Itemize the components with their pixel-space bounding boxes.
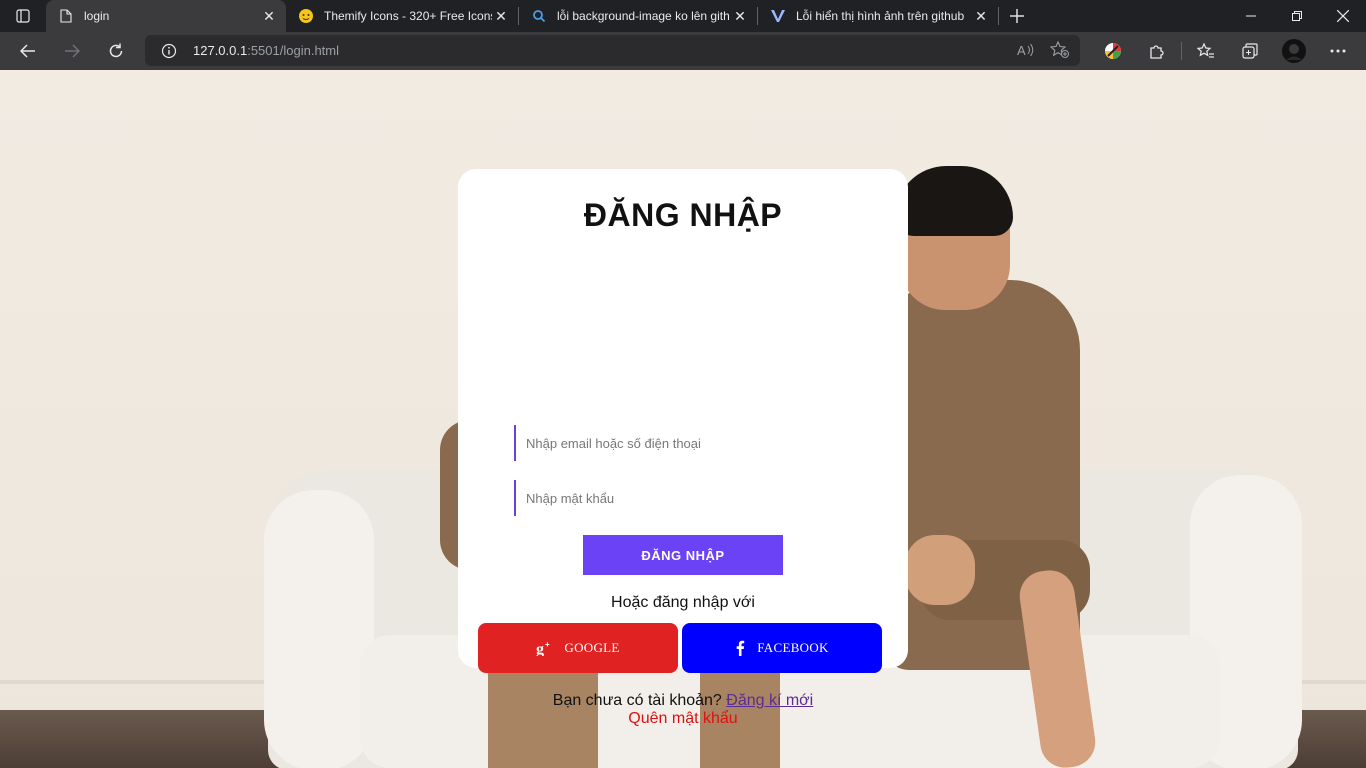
extensions-puzzle-icon[interactable]: [1135, 32, 1179, 70]
page-viewport: ĐĂNG NHẬP ĐĂNG NHẬP Hoặc đăng nhập với g…: [0, 70, 1366, 768]
search-icon: [531, 8, 547, 24]
arrow-left-icon: [20, 44, 35, 58]
restore-icon: [1292, 11, 1302, 21]
facebook-label: FACEBOOK: [757, 640, 829, 655]
background-photo-person: [895, 166, 1013, 236]
reload-button[interactable]: [94, 32, 138, 70]
reload-icon: [109, 43, 123, 58]
login-title: ĐĂNG NHẬP: [583, 197, 783, 233]
toolbar-right: [1091, 32, 1366, 70]
themify-emoji-icon: [298, 8, 314, 24]
forward-button[interactable]: [50, 32, 94, 70]
tab-actions-icon: [16, 9, 30, 23]
address-actions: A: [1016, 40, 1070, 64]
tab-title: Lỗi hiển thị hình ảnh trên github: [796, 9, 965, 23]
favorites-icon[interactable]: [1184, 32, 1228, 70]
email-field[interactable]: [514, 425, 854, 461]
page-icon: [58, 8, 74, 24]
svg-text:A: A: [1017, 43, 1026, 58]
minimize-button[interactable]: [1228, 0, 1274, 32]
forgot-password-link[interactable]: Quên mật khẩu: [458, 710, 908, 728]
avatar-icon: [1282, 39, 1306, 63]
new-tab-button[interactable]: [999, 0, 1035, 32]
close-tab-icon[interactable]: ✕: [731, 7, 749, 25]
url-path: :5501/login.html: [247, 43, 339, 58]
tab-login[interactable]: login ✕: [46, 0, 286, 32]
background-photo-sofa-arm: [264, 490, 374, 768]
restore-button[interactable]: [1274, 0, 1320, 32]
collections-icon[interactable]: [1228, 32, 1272, 70]
facebook-icon: [735, 640, 745, 656]
background-photo-person: [905, 535, 975, 605]
svg-text:g: g: [536, 641, 544, 656]
no-account-text: Bạn chưa có tài khoản?: [552, 692, 722, 709]
address-bar[interactable]: 127.0.0.1:5501/login.html A: [145, 35, 1080, 66]
tab-themify[interactable]: Themify Icons - 320+ Free Icons ✕: [286, 0, 518, 32]
arrow-right-icon: [65, 44, 80, 58]
alt-login-text: Hoặc đăng nhập với: [611, 594, 755, 611]
v-logo-icon: [770, 8, 786, 24]
plus-icon: [1010, 9, 1024, 23]
minimize-icon: [1246, 15, 1256, 17]
close-tab-icon[interactable]: ✕: [492, 7, 510, 25]
login-button[interactable]: ĐĂNG NHẬP: [583, 535, 783, 575]
profile-avatar[interactable]: [1272, 32, 1316, 70]
extension-color-icon[interactable]: [1091, 32, 1135, 70]
back-button[interactable]: [6, 32, 50, 70]
tab-search[interactable]: lỗi background-image ko lên gith ✕: [519, 0, 757, 32]
tab-title: login: [84, 9, 110, 23]
url-host: 127.0.0.1: [193, 43, 248, 58]
google-login-button[interactable]: g + GOOGLE: [478, 623, 678, 673]
more-dots-icon: [1330, 49, 1346, 53]
window-controls: [1228, 0, 1366, 32]
close-tab-icon[interactable]: ✕: [260, 7, 278, 25]
tab-actions-menu-button[interactable]: [0, 0, 46, 32]
more-menu-button[interactable]: [1316, 32, 1360, 70]
svg-text:+: +: [545, 640, 550, 649]
google-plus-icon: g +: [536, 640, 552, 656]
favorite-star-icon[interactable]: [1049, 40, 1070, 64]
tab-github-images[interactable]: Lỗi hiển thị hình ảnh trên github ✕: [758, 0, 998, 32]
close-tab-icon[interactable]: ✕: [972, 7, 990, 25]
password-field[interactable]: [514, 480, 854, 516]
toolbar-separator: [1181, 42, 1182, 60]
close-icon: [1337, 10, 1349, 22]
facebook-login-button[interactable]: FACEBOOK: [682, 623, 882, 673]
login-card: ĐĂNG NHẬP ĐĂNG NHẬP Hoặc đăng nhập với g…: [458, 169, 908, 727]
signup-prompt: Bạn chưa có tài khoản? Đăng kí mới: [458, 692, 908, 710]
google-label: GOOGLE: [564, 640, 620, 655]
tab-title: Themify Icons - 320+ Free Icons: [324, 9, 492, 23]
tab-bar: login ✕ Themify Icons - 320+ Free Icons …: [0, 0, 1366, 32]
read-aloud-icon[interactable]: A: [1016, 41, 1036, 64]
signup-link[interactable]: Đăng kí mới: [726, 692, 813, 709]
tab-title: lỗi background-image ko lên gith: [557, 9, 730, 23]
site-info-icon[interactable]: [161, 43, 177, 59]
close-window-button[interactable]: [1320, 0, 1366, 32]
browser-toolbar: 127.0.0.1:5501/login.html A: [0, 32, 1366, 70]
